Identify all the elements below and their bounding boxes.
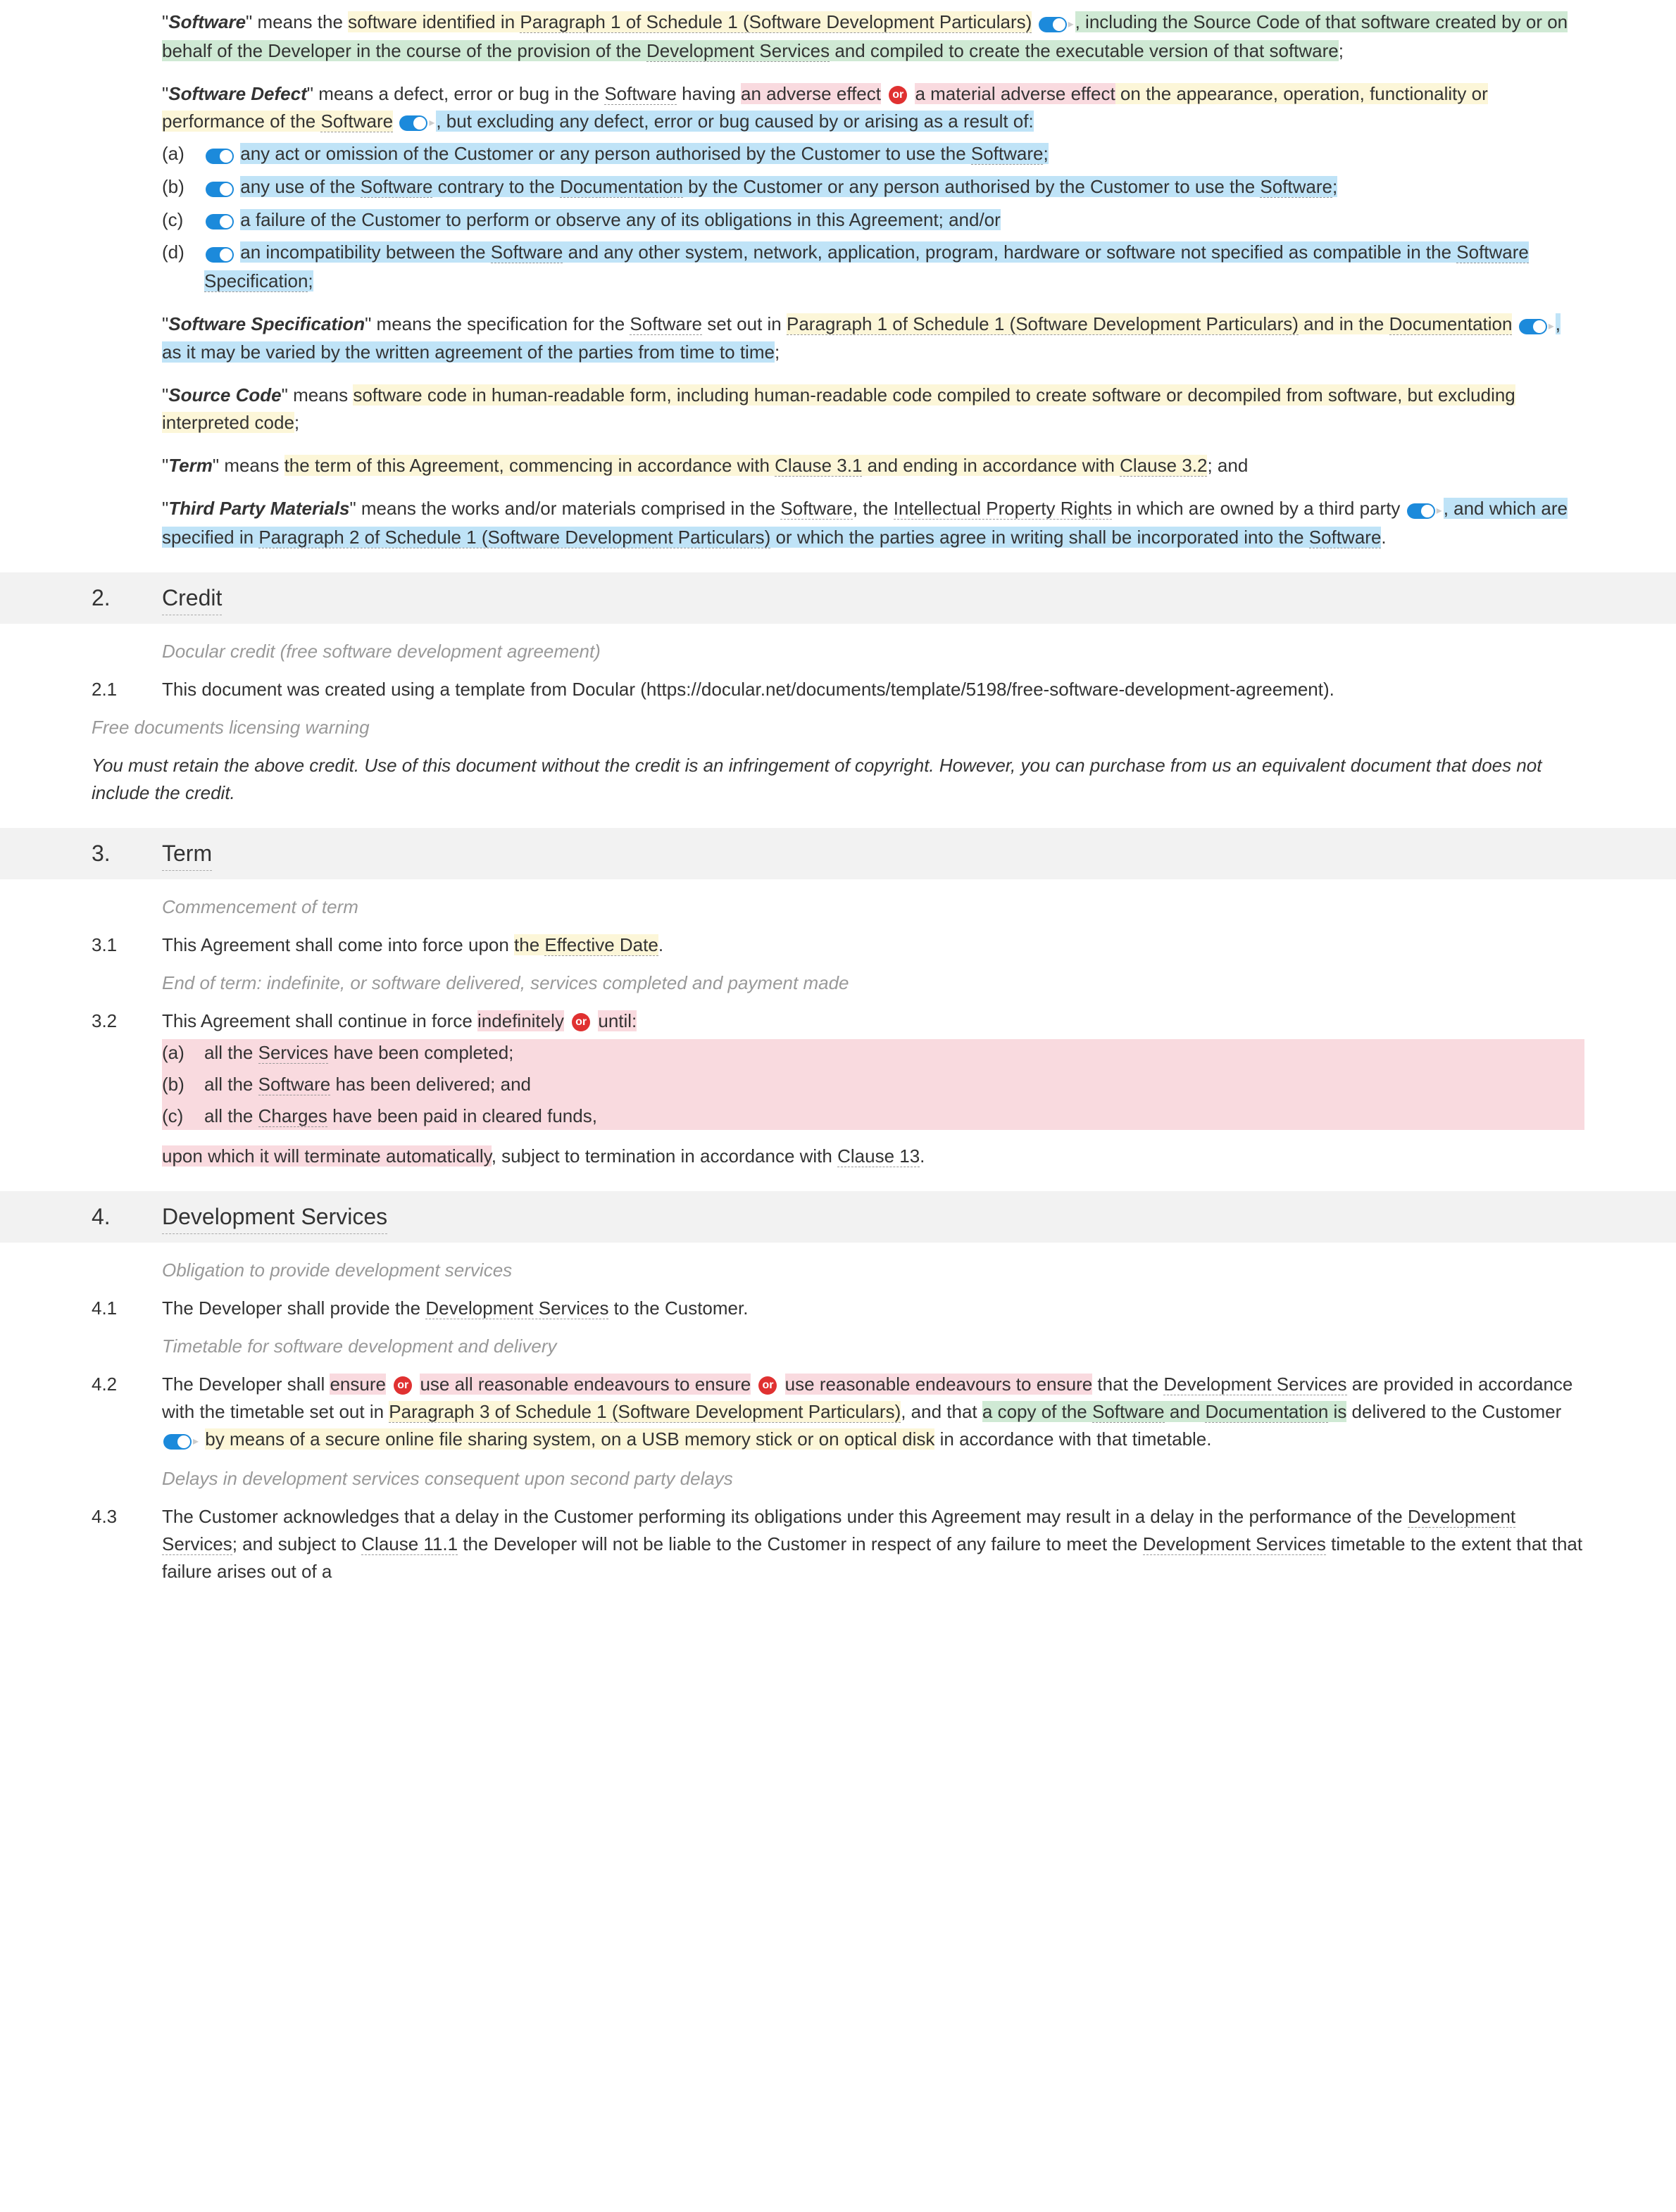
clause-note: Timetable for software development and d… [162,1333,1584,1360]
clause-3-1: 3.1 This Agreement shall come into force… [92,931,1584,959]
clause-number: 2.1 [92,676,162,703]
chevron-right-icon: ▸ [1437,503,1442,520]
clause-2-1: 2.1 This document was created using a te… [92,676,1584,703]
clause-number: 3.2 [92,1007,162,1170]
definition-source-code: "Source Code" means software code in hum… [162,382,1584,436]
clause-note: Obligation to provide development servic… [162,1257,1584,1284]
toggle-icon[interactable] [206,240,234,268]
clause-number: 4.1 [92,1295,162,1322]
section-title: Term [162,836,212,871]
clause-number: 4.2 [92,1371,162,1454]
clause-3-2: 3.2 This Agreement shall continue in for… [92,1007,1584,1170]
term-label: Software Specification [168,313,365,334]
definition-third-party-materials: "Third Party Materials" means the works … [162,495,1584,551]
or-badge[interactable]: or [758,1376,777,1395]
toggle-icon[interactable]: ▸ [1519,311,1554,339]
definition-software: "Software" means the software identified… [162,8,1584,65]
term-label: Software Defect [168,83,307,104]
chevron-right-icon: ▸ [1549,318,1554,335]
clause-note: End of term: indefinite, or software del… [162,969,1584,997]
sub-item-a: (a) any act or omission of the Customer … [162,140,1584,169]
definition-software-defect: "Software Defect" means a defect, error … [162,80,1584,295]
chevron-right-icon: ▸ [193,1433,199,1450]
sub-item-c: (c) a failure of the Customer to perform… [162,206,1584,235]
section-header-term: 3. Term [0,828,1676,879]
definition-software-specification: "Software Specification" means the speci… [162,310,1584,367]
clause-note: Delays in development services consequen… [162,1465,1584,1493]
sub-item-b: (b)all the Software has been delivered; … [162,1071,1584,1098]
section-header-dev-services: 4. Development Services [0,1191,1676,1243]
chevron-right-icon: ▸ [1068,16,1074,33]
section-number: 4. [92,1200,162,1234]
sub-item-c: (c)all the Charges have been paid in cle… [162,1102,1584,1130]
toggle-icon[interactable] [206,207,234,234]
section-header-credit: 2. Credit [0,572,1676,624]
sub-item-d: (d) an incompatibility between the Softw… [162,239,1584,295]
clause-4-2: 4.2 The Developer shall ensure or use al… [92,1371,1584,1454]
definition-term: "Term" means the term of this Agreement,… [162,452,1584,479]
section-number: 2. [92,581,162,615]
or-badge[interactable]: or [572,1013,590,1031]
clause-number: 3.1 [92,931,162,959]
clause-note: Commencement of term [162,893,1584,921]
clause-4-3: 4.3 The Customer acknowledges that a del… [92,1503,1584,1585]
term-label: Third Party Materials [168,498,349,519]
toggle-icon[interactable]: ▸ [1407,496,1442,524]
sub-item-a: (a)all the Services have been completed; [162,1039,1584,1067]
or-badge[interactable]: or [889,86,907,104]
term-label: Term [168,455,213,476]
toggle-icon[interactable] [206,175,234,202]
sub-item-b: (b) any use of the Software contrary to … [162,173,1584,202]
chevron-right-icon: ▸ [429,115,434,132]
section-title: Development Services [162,1200,387,1234]
toggle-icon[interactable]: ▸ [399,108,434,136]
clause-4-1: 4.1 The Developer shall provide the Deve… [92,1295,1584,1322]
clause-note: Docular credit (free software developmen… [162,638,1584,665]
toggle-icon[interactable]: ▸ [1039,10,1074,37]
term-label: Source Code [168,384,281,406]
section-title: Credit [162,581,222,615]
warning-body: You must retain the above credit. Use of… [92,752,1584,807]
toggle-icon[interactable] [206,142,234,169]
warning-title: Free documents licensing warning [92,714,1584,741]
section-number: 3. [92,836,162,871]
toggle-icon[interactable]: ▸ [163,1427,199,1454]
clause-number: 4.3 [92,1503,162,1585]
or-badge[interactable]: or [394,1376,412,1395]
term-label: Software [168,11,246,32]
